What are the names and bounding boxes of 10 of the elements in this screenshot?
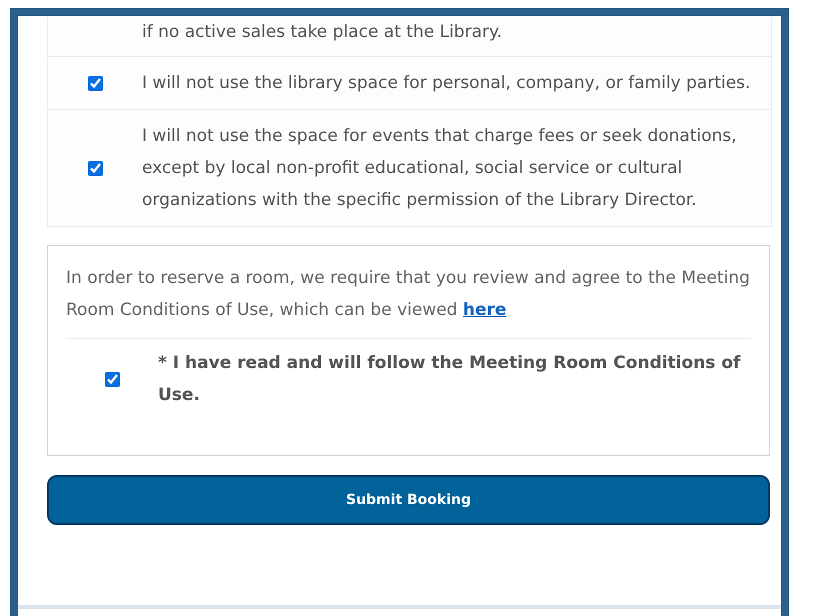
rule-checkbox[interactable] <box>88 76 102 90</box>
rule-text: I will not use the library space for personal, company, or family parties. <box>142 72 752 95</box>
rule-text: if no active sales take place at the Library. <box>142 21 504 44</box>
agree-label: * I have read and will follow the Meeting Room Conditions of Use. <box>158 352 742 407</box>
rule-checkbox[interactable] <box>88 160 102 176</box>
conditions-link[interactable]: here <box>462 300 506 320</box>
rule-text: I will not use the space for events that charge fees or seek donations, except by local non-profit educational, social service or cultural organizations with the specific permission of the Library Director. <box>142 125 738 212</box>
submit-button[interactable]: Submit Booking <box>47 475 770 525</box>
agree-checkbox[interactable] <box>104 372 120 386</box>
conditions-intro: In order to reserve a room, we require that you review and agree to the Meeting Room Conditions of Use, which can be viewed here <box>66 267 751 322</box>
